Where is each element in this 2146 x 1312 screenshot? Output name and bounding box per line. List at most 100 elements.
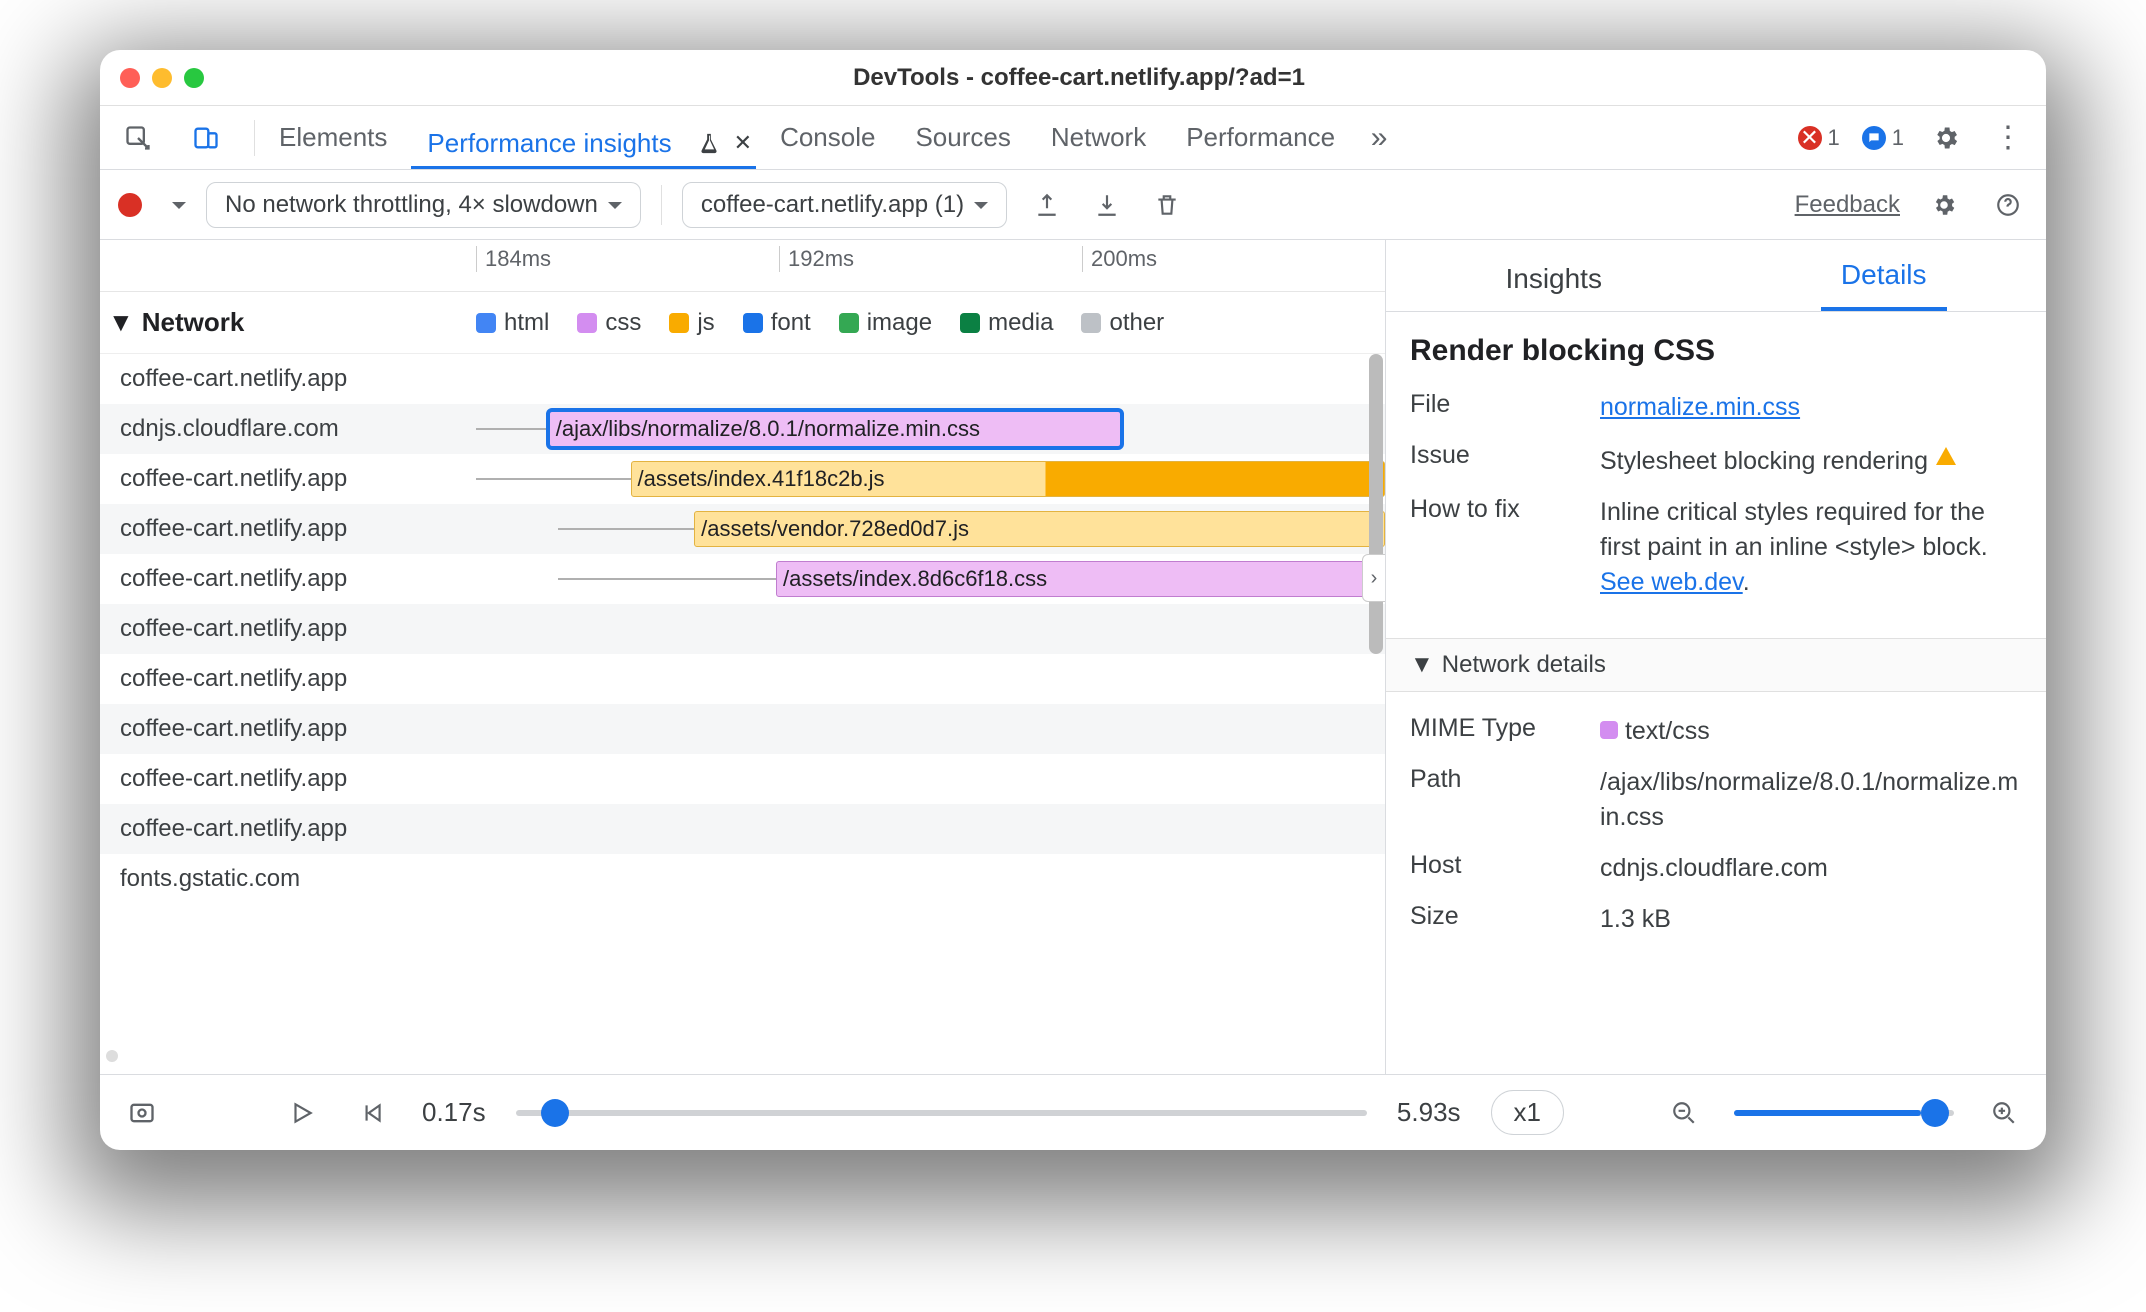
legend-item-other: other: [1081, 309, 1164, 337]
network-row[interactable]: coffee-cart.netlify.app: [100, 354, 1385, 404]
experiment-icon: [698, 132, 720, 154]
legend-item-html: html: [476, 309, 549, 337]
playback-speed[interactable]: x1: [1491, 1090, 1564, 1135]
network-row[interactable]: coffee-cart.netlify.app: [100, 604, 1385, 654]
tab-sources[interactable]: Sources: [899, 122, 1026, 153]
zoom-slider[interactable]: [1734, 1110, 1954, 1116]
ruler-tick: 200ms: [1082, 246, 1385, 272]
time-end: 5.93s: [1397, 1097, 1461, 1128]
playback-bar: 0.17s 5.93s x1: [100, 1074, 2046, 1150]
network-row[interactable]: coffee-cart.netlify.app: [100, 804, 1385, 854]
window-titlebar: DevTools - coffee-cart.netlify.app/?ad=1: [100, 50, 2046, 106]
network-row[interactable]: coffee-cart.netlify.app: [100, 654, 1385, 704]
network-section-label: Network: [142, 307, 245, 338]
legend-item-font: font: [743, 309, 811, 337]
time-start: 0.17s: [422, 1097, 486, 1128]
delete-recording-icon[interactable]: [1147, 185, 1187, 225]
more-tabs-icon[interactable]: »: [1359, 118, 1399, 158]
time-ruler: 184ms 192ms 200ms: [100, 240, 1385, 292]
inspect-element-icon[interactable]: [118, 118, 158, 158]
network-row[interactable]: coffee-cart.netlify.app: [100, 704, 1385, 754]
performance-toolbar: No network throttling, 4× slowdown coffe…: [100, 170, 2046, 240]
panel-settings-gear-icon[interactable]: [1924, 185, 1964, 225]
record-button[interactable]: [118, 193, 142, 217]
network-row[interactable]: coffee-cart.netlify.app: [100, 754, 1385, 804]
network-row[interactable]: cdnjs.cloudflare.com/ajax/libs/normalize…: [100, 404, 1385, 454]
legend-item-css: css: [577, 309, 641, 337]
network-row-host: coffee-cart.netlify.app: [100, 615, 476, 643]
kebab-menu-icon[interactable]: ⋮: [1988, 118, 2028, 158]
network-row-host: fonts.gstatic.com: [100, 865, 476, 893]
legend-item-js: js: [669, 309, 714, 337]
close-tab-icon[interactable]: ✕: [730, 130, 756, 156]
network-row-host: coffee-cart.netlify.app: [100, 815, 476, 843]
network-row[interactable]: coffee-cart.netlify.app/assets/index.8d6…: [100, 554, 1385, 604]
feedback-link[interactable]: Feedback: [1795, 191, 1900, 219]
tab-performance[interactable]: Performance: [1170, 122, 1351, 153]
mime-color-swatch: [1600, 721, 1618, 739]
export-icon[interactable]: [1027, 185, 1067, 225]
help-icon[interactable]: [1988, 185, 2028, 225]
network-bar[interactable]: /assets/index.41f18c2b.js: [631, 461, 1385, 497]
loading-indicator-icon: [106, 1050, 118, 1062]
settings-gear-icon[interactable]: [1926, 118, 1966, 158]
network-row-host: coffee-cart.netlify.app: [100, 365, 476, 393]
network-bar[interactable]: /assets/index.8d6c6f18.css: [776, 561, 1385, 597]
collapse-icon[interactable]: ▼: [108, 307, 134, 338]
scrollbar-thumb[interactable]: [1369, 354, 1383, 654]
insight-heading: Render blocking CSS: [1410, 334, 2022, 368]
network-row[interactable]: coffee-cart.netlify.app/assets/vendor.72…: [100, 504, 1385, 554]
ruler-tick: 192ms: [779, 246, 1082, 272]
network-row-host: coffee-cart.netlify.app: [100, 465, 476, 493]
tab-performance-insights-wrap: Performance insights ✕: [411, 106, 756, 169]
devtools-window: DevTools - coffee-cart.netlify.app/?ad=1…: [100, 50, 2046, 1150]
preview-icon[interactable]: [122, 1093, 162, 1133]
network-row-host: coffee-cart.netlify.app: [100, 715, 476, 743]
zoom-out-icon[interactable]: [1664, 1093, 1704, 1133]
window-controls: [120, 68, 204, 88]
warning-icon: [1936, 437, 1956, 465]
network-bar[interactable]: /assets/vendor.728ed0d7.js: [694, 511, 1385, 547]
network-waterfall[interactable]: coffee-cart.netlify.app cdnjs.cloudflare.…: [100, 354, 1385, 1074]
device-toolbar-icon[interactable]: [186, 118, 226, 158]
insights-panel: Insights Details Render blocking CSS Fil…: [1386, 240, 2046, 1074]
throttling-dropdown[interactable]: No network throttling, 4× slowdown: [206, 182, 641, 228]
panel-tabstrip: Elements Performance insights ✕ Console …: [100, 106, 2046, 170]
message-count-badge[interactable]: 1: [1862, 125, 1904, 151]
error-count-badge[interactable]: ✕1: [1798, 125, 1840, 151]
tab-network[interactable]: Network: [1035, 122, 1162, 153]
import-icon[interactable]: [1087, 185, 1127, 225]
network-row-host: coffee-cart.netlify.app: [100, 565, 476, 593]
maximize-window-button[interactable]: [184, 68, 204, 88]
network-row[interactable]: coffee-cart.netlify.app/assets/index.41f…: [100, 454, 1385, 504]
skip-to-start-icon[interactable]: [352, 1093, 392, 1133]
network-row-host: coffee-cart.netlify.app: [100, 765, 476, 793]
file-link[interactable]: normalize.min.css: [1600, 393, 1800, 421]
time-slider[interactable]: [516, 1110, 1367, 1116]
target-dropdown[interactable]: coffee-cart.netlify.app (1): [682, 182, 1007, 228]
network-row[interactable]: fonts.gstatic.com: [100, 854, 1385, 904]
tab-elements[interactable]: Elements: [263, 122, 403, 153]
network-row-host: cdnjs.cloudflare.com: [100, 415, 476, 443]
legend-item-image: image: [839, 309, 932, 337]
network-row-host: coffee-cart.netlify.app: [100, 515, 476, 543]
see-webdev-link[interactable]: See web.dev: [1600, 568, 1743, 596]
record-options-dropdown[interactable]: [162, 191, 186, 219]
tab-console[interactable]: Console: [764, 122, 891, 153]
tab-details[interactable]: Details: [1821, 243, 1947, 311]
close-window-button[interactable]: [120, 68, 140, 88]
tab-performance-insights[interactable]: Performance insights: [411, 128, 687, 159]
expand-sidebar-icon[interactable]: ›: [1362, 554, 1385, 602]
network-legend-row: ▼ Network htmlcssjs font image media other: [100, 292, 1385, 354]
timeline-panel: 184ms 192ms 200ms ▼ Network htmlcssjs fon…: [100, 240, 1386, 1074]
play-icon[interactable]: [282, 1093, 322, 1133]
tab-insights[interactable]: Insights: [1485, 247, 1622, 311]
network-details-header[interactable]: ▼Network details: [1386, 638, 2046, 692]
legend-item-media: media: [960, 309, 1053, 337]
minimize-window-button[interactable]: [152, 68, 172, 88]
zoom-in-icon[interactable]: [1984, 1093, 2024, 1133]
ruler-tick: 184ms: [476, 246, 779, 272]
network-bar[interactable]: /ajax/libs/normalize/8.0.1/normalize.min…: [549, 411, 1122, 447]
window-title: DevTools - coffee-cart.netlify.app/?ad=1: [224, 64, 1934, 92]
network-row-host: coffee-cart.netlify.app: [100, 665, 476, 693]
